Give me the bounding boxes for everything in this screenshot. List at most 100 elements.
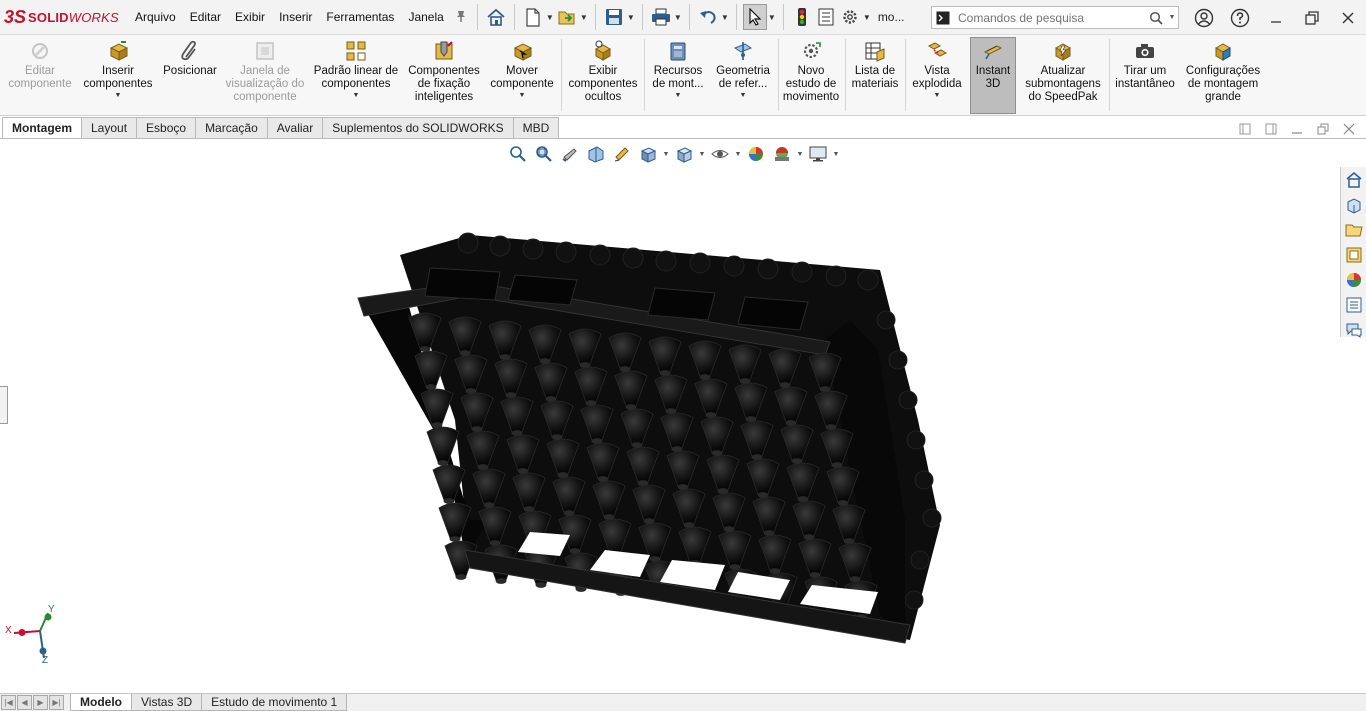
doc-minimize-icon[interactable] — [1286, 123, 1308, 138]
reference-geometry-button[interactable]: Geometria de refer... ▼ — [711, 38, 775, 114]
first-tab-arrow-icon[interactable]: |◀ — [1, 695, 16, 710]
tab-layout[interactable]: Layout — [81, 117, 138, 138]
close-icon[interactable] — [1330, 0, 1366, 35]
print-icon[interactable] — [649, 4, 673, 30]
bill-of-materials-button[interactable]: Lista de materiais — [848, 38, 902, 114]
graphics-area[interactable] — [0, 140, 1340, 693]
new-dropdown-chevron-icon[interactable]: ▼ — [545, 13, 555, 22]
view-settings-chevron-icon[interactable]: ▼ — [831, 151, 841, 158]
tab-mbd[interactable]: MBD — [512, 117, 560, 138]
command-search-box[interactable]: ▼ — [931, 6, 1179, 29]
dynamic-annotation-icon[interactable] — [609, 143, 635, 165]
select-dropdown-chevron-icon[interactable]: ▼ — [767, 13, 777, 22]
insert-components-chevron-icon[interactable]: ▼ — [115, 91, 122, 100]
tab-marcacao[interactable]: Marcação — [195, 117, 268, 138]
assembly-features-button[interactable]: Recursos de mont... ▼ — [647, 38, 709, 114]
open-document-icon[interactable] — [555, 4, 579, 30]
new-document-icon[interactable] — [521, 4, 545, 30]
menu-arquivo[interactable]: Arquivo — [128, 10, 183, 24]
search-magnifier-icon[interactable] — [1146, 11, 1166, 25]
design-library-icon[interactable] — [1342, 193, 1366, 217]
previous-view-icon[interactable] — [557, 143, 583, 165]
view-orientation-icon[interactable] — [635, 143, 661, 165]
zoom-to-fit-icon[interactable] — [505, 143, 531, 165]
options-gear-icon[interactable] — [838, 4, 862, 30]
view-palette-icon[interactable] — [1342, 243, 1366, 267]
apply-scene-chevron-icon[interactable]: ▼ — [795, 151, 805, 158]
view-orientation-chevron-icon[interactable]: ▼ — [661, 151, 671, 158]
tab-suplementos[interactable]: Suplementos do SOLIDWORKS — [322, 117, 514, 138]
menu-exibir[interactable]: Exibir — [228, 10, 272, 24]
hide-show-items-icon[interactable] — [707, 143, 733, 165]
solidworks-logo[interactable]: 3S SOLIDWORKS — [0, 0, 128, 35]
instant3d-button[interactable]: Instant 3D — [970, 37, 1016, 114]
file-properties-icon[interactable] — [814, 4, 838, 30]
menu-janela[interactable]: Janela — [401, 10, 450, 24]
move-component-button[interactable]: Mover componente ▼ — [486, 38, 558, 114]
smart-fasteners-button[interactable]: Componentes de fixação inteligentes — [404, 38, 484, 114]
custom-properties-icon[interactable] — [1342, 293, 1366, 317]
solidworks-resources-home-icon[interactable] — [1342, 168, 1366, 192]
tab-estudo-movimento[interactable]: Estudo de movimento 1 — [201, 694, 348, 711]
undo-icon[interactable] — [696, 4, 720, 30]
select-pointer-icon[interactable] — [742, 4, 767, 30]
edit-appearance-icon[interactable] — [743, 143, 769, 165]
open-dropdown-chevron-icon[interactable]: ▼ — [579, 13, 589, 22]
tab-avaliar[interactable]: Avaliar — [266, 117, 324, 138]
tile-right-icon[interactable] — [1260, 123, 1282, 138]
view-settings-monitor-icon[interactable] — [805, 143, 831, 165]
display-style-icon[interactable] — [671, 143, 697, 165]
apply-scene-icon[interactable] — [769, 143, 795, 165]
exploded-view-chevron-icon[interactable]: ▼ — [934, 91, 941, 100]
rebuild-traffic-light-icon[interactable] — [790, 4, 814, 30]
show-hidden-components-button[interactable]: Exibir componentes ocultos — [564, 38, 642, 114]
help-icon[interactable] — [1222, 0, 1258, 35]
tab-vistas-3d[interactable]: Vistas 3D — [131, 694, 203, 711]
edit-component-button[interactable]: Editar componente — [4, 38, 76, 114]
search-dropdown-chevron-icon[interactable]: ▼ — [1166, 14, 1178, 21]
file-explorer-folder-icon[interactable] — [1342, 218, 1366, 242]
forum-chat-icon[interactable] — [1342, 318, 1366, 342]
component-preview-window-button[interactable]: Janela de visualização do componente — [224, 38, 306, 114]
print-dropdown-chevron-icon[interactable]: ▼ — [673, 13, 683, 22]
linear-component-pattern-button[interactable]: Padrão linear de componentes ▼ — [310, 38, 402, 114]
insert-components-button[interactable]: Inserir componentes ▼ — [80, 38, 156, 114]
tab-modelo[interactable]: Modelo — [70, 694, 132, 711]
appearances-scenes-icon[interactable] — [1342, 268, 1366, 292]
menu-editar[interactable]: Editar — [183, 10, 228, 24]
account-icon[interactable] — [1186, 0, 1222, 35]
home-icon[interactable] — [484, 4, 508, 30]
large-assembly-settings-button[interactable]: Configurações de montagem grande — [1180, 38, 1266, 114]
assembly-features-chevron-icon[interactable]: ▼ — [675, 91, 682, 100]
next-tab-arrow-icon[interactable]: ▶ — [33, 695, 48, 710]
move-component-chevron-icon[interactable]: ▼ — [519, 91, 526, 100]
last-tab-arrow-icon[interactable]: ▶| — [49, 695, 64, 710]
feature-manager-collapse-handle[interactable] — [0, 386, 8, 424]
tab-montagem[interactable]: Montagem — [2, 117, 82, 138]
tab-esboco[interactable]: Esboço — [136, 117, 197, 138]
take-snapshot-button[interactable]: Tirar um instantâneo — [1112, 38, 1178, 114]
mate-button[interactable]: Posicionar — [158, 38, 222, 114]
assembly-model[interactable] — [0, 140, 1340, 693]
linear-pattern-chevron-icon[interactable]: ▼ — [353, 91, 360, 100]
hide-show-chevron-icon[interactable]: ▼ — [733, 151, 743, 158]
save-icon[interactable] — [602, 4, 626, 30]
save-dropdown-chevron-icon[interactable]: ▼ — [626, 13, 636, 22]
exploded-view-button[interactable]: Vista explodida ▼ — [908, 38, 966, 114]
restore-icon[interactable] — [1294, 0, 1330, 35]
section-view-icon[interactable] — [583, 143, 609, 165]
display-style-chevron-icon[interactable]: ▼ — [697, 151, 707, 158]
new-motion-study-button[interactable]: Novo estudo de movimento — [780, 38, 842, 114]
pin-icon[interactable] — [451, 9, 471, 26]
doc-close-icon[interactable] — [1338, 123, 1360, 138]
zoom-to-area-icon[interactable] — [531, 143, 557, 165]
menu-ferramentas[interactable]: Ferramentas — [319, 10, 401, 24]
update-speedpak-button[interactable]: Atualizar submontagens do SpeedPak — [1020, 38, 1106, 114]
menu-inserir[interactable]: Inserir — [272, 10, 319, 24]
undo-dropdown-chevron-icon[interactable]: ▼ — [720, 13, 730, 22]
options-dropdown-chevron-icon[interactable]: ▼ — [862, 13, 872, 22]
prev-tab-arrow-icon[interactable]: ◀ — [17, 695, 32, 710]
doc-restore-icon[interactable] — [1312, 123, 1334, 138]
minimize-icon[interactable] — [1258, 0, 1294, 35]
tile-left-icon[interactable] — [1234, 123, 1256, 138]
